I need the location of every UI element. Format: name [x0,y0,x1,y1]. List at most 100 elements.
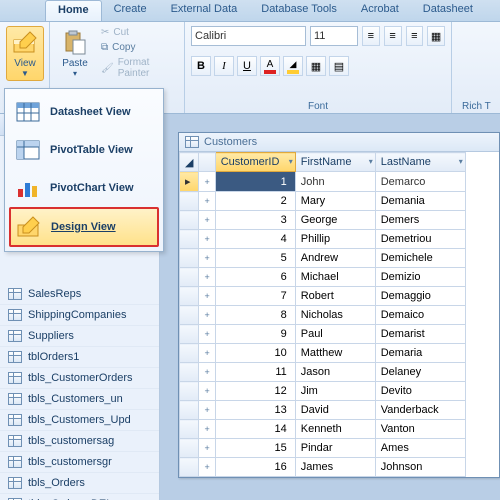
format-painter-button[interactable]: 🖌Format Painter [98,56,178,80]
view-menu-pivottable[interactable]: PivotTable View [9,131,159,169]
cell-id[interactable]: 5 [215,249,295,268]
expand-button[interactable]: + [199,211,215,230]
table-row[interactable]: +3GeorgeDemers [180,211,466,230]
cell-id[interactable]: 11 [215,363,295,382]
fill-color-button[interactable]: ◢ [283,56,303,76]
expand-button[interactable]: + [199,420,215,439]
table-row[interactable]: +15PindarAmes [180,439,466,458]
row-selector[interactable] [180,306,199,325]
cell-last[interactable]: Johnson [375,458,465,477]
cell-first[interactable]: Michael [295,268,375,287]
align-left-button[interactable]: ≡ [362,26,380,46]
expand-button[interactable]: + [199,172,215,192]
cell-id[interactable]: 1 [215,172,295,192]
cell-id[interactable]: 2 [215,192,295,211]
cell-first[interactable]: Phillip [295,230,375,249]
copy-button[interactable]: ⧉Copy [98,41,178,54]
chevron-down-icon[interactable]: ▾ [459,157,463,166]
cell-id[interactable]: 16 [215,458,295,477]
row-selector[interactable] [180,268,199,287]
column-header[interactable]: FirstName▾ [295,153,375,172]
table-row[interactable]: +4PhillipDemetriou [180,230,466,249]
paste-button[interactable]: Paste ▾ [56,26,94,81]
table-row[interactable]: ▸+1JohnDemarco [180,172,466,192]
column-header[interactable]: LastName▾ [375,153,465,172]
expand-button[interactable]: + [199,344,215,363]
nav-table-item[interactable]: Suppliers [0,326,159,347]
font-size-select[interactable] [310,26,358,46]
row-selector[interactable] [180,249,199,268]
chevron-down-icon[interactable]: ▾ [289,157,293,166]
row-selector[interactable] [180,192,199,211]
cell-first[interactable]: Pindar [295,439,375,458]
row-selector[interactable] [180,325,199,344]
cell-first[interactable]: Kenneth [295,420,375,439]
expand-button[interactable]: + [199,439,215,458]
tab-create[interactable]: Create [102,0,159,21]
cell-last[interactable]: Ames [375,439,465,458]
tab-datasheet[interactable]: Datasheet [411,0,485,21]
table-row[interactable]: +10MatthewDemaria [180,344,466,363]
tab-acrobat[interactable]: Acrobat [349,0,411,21]
datasheet-title-bar[interactable]: Customers [179,133,499,152]
row-selector[interactable]: ▸ [180,172,199,192]
cell-first[interactable]: Matthew [295,344,375,363]
cell-id[interactable]: 6 [215,268,295,287]
cell-last[interactable]: Demaico [375,306,465,325]
align-center-button[interactable]: ≡ [384,26,402,46]
expand-button[interactable]: + [199,230,215,249]
row-selector[interactable] [180,363,199,382]
cell-id[interactable]: 9 [215,325,295,344]
nav-table-item[interactable]: SalesReps [0,284,159,305]
nav-table-item[interactable]: ShippingCompanies [0,305,159,326]
cell-first[interactable]: George [295,211,375,230]
nav-table-item[interactable]: tbls_Orders_DEL [0,494,159,500]
table-row[interactable]: +2MaryDemania [180,192,466,211]
table-row[interactable]: +8NicholasDemaico [180,306,466,325]
underline-button[interactable]: U [237,56,257,76]
align-right-button[interactable]: ≡ [406,26,424,46]
cell-first[interactable]: Paul [295,325,375,344]
view-menu-design[interactable]: Design View [9,207,159,247]
tab-database-tools[interactable]: Database Tools [249,0,349,21]
cell-last[interactable]: Demers [375,211,465,230]
bold-button[interactable]: B [191,56,211,76]
font-name-select[interactable] [191,26,306,46]
alt-row-button[interactable]: ▤ [329,56,349,76]
cell-last[interactable]: Vanderback [375,401,465,420]
column-header[interactable]: CustomerID▾ [215,153,295,172]
cell-first[interactable]: John [295,172,375,192]
select-all-cell[interactable]: ◢ [180,153,199,172]
cell-id[interactable]: 14 [215,420,295,439]
row-selector[interactable] [180,458,199,477]
cell-first[interactable]: Jason [295,363,375,382]
tab-home[interactable]: Home [45,0,102,21]
cell-id[interactable]: 4 [215,230,295,249]
expand-button[interactable]: + [199,363,215,382]
table-row[interactable]: +7RobertDemaggio [180,287,466,306]
nav-table-item[interactable]: tbls_Customers_Upd [0,410,159,431]
cell-last[interactable]: Demichele [375,249,465,268]
row-selector[interactable] [180,344,199,363]
expand-button[interactable]: + [199,325,215,344]
cell-first[interactable]: Robert [295,287,375,306]
font-color-button[interactable]: A [260,56,280,76]
cell-id[interactable]: 8 [215,306,295,325]
tab-external-data[interactable]: External Data [159,0,250,21]
table-row[interactable]: +14KennethVanton [180,420,466,439]
cell-last[interactable]: Devito [375,382,465,401]
view-menu-datasheet[interactable]: Datasheet View [9,93,159,131]
cut-button[interactable]: ✂Cut [98,26,178,39]
italic-button[interactable]: I [214,56,234,76]
cell-last[interactable]: Demizio [375,268,465,287]
cell-id[interactable]: 13 [215,401,295,420]
table-row[interactable]: +12JimDevito [180,382,466,401]
nav-table-item[interactable]: tbls_Orders [0,473,159,494]
row-selector[interactable] [180,439,199,458]
borders-button[interactable]: ▦ [427,26,445,46]
expand-button[interactable]: + [199,382,215,401]
expand-button[interactable]: + [199,306,215,325]
expand-button[interactable]: + [199,268,215,287]
cell-last[interactable]: Demarist [375,325,465,344]
nav-table-item[interactable]: tbls_customersgr [0,452,159,473]
